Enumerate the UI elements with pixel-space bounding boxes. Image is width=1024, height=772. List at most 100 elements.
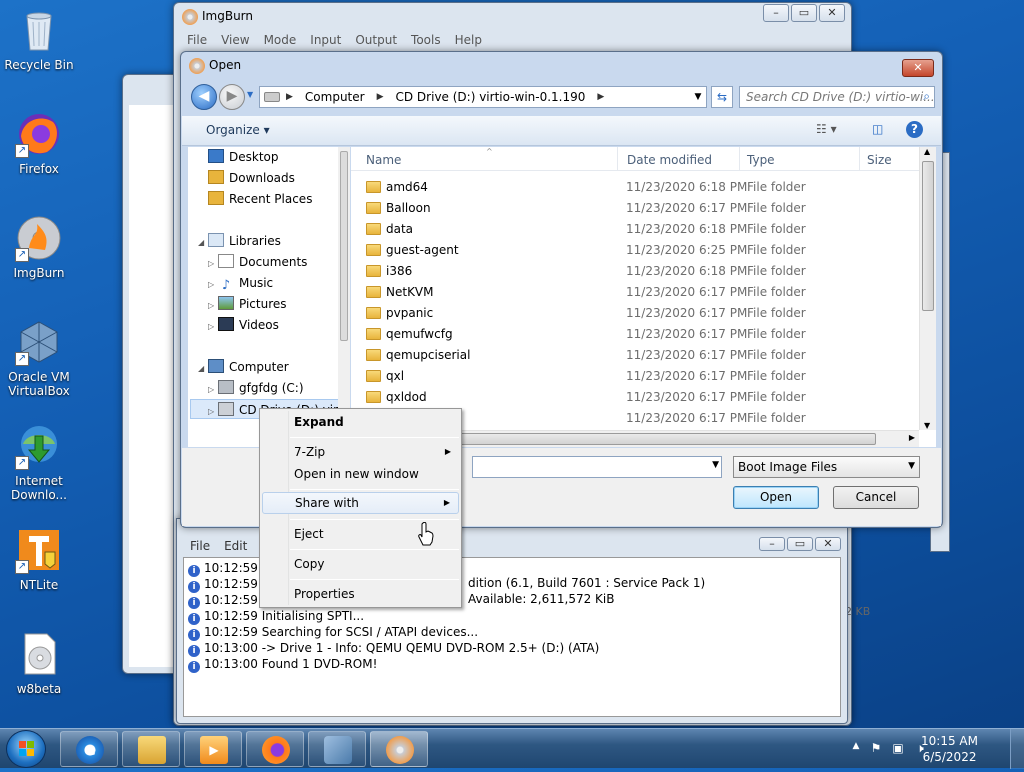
nav-item-videos[interactable]: ▷ Videos	[208, 315, 279, 335]
nav-item-documents[interactable]: ▷ Documents	[208, 252, 307, 272]
navigation-scrollbar[interactable]	[338, 147, 350, 447]
nav-item-c-drive[interactable]: ▷ gfgfdg (C:)	[208, 378, 304, 398]
collapse-triangle-icon[interactable]: ◢	[198, 233, 208, 253]
refresh-button[interactable]: ⇆	[711, 86, 733, 108]
start-button[interactable]	[6, 730, 46, 768]
nav-item-pictures[interactable]: ▷ Pictures	[208, 294, 287, 314]
file-row[interactable]: NetKVM 11/23/2020 6:17 PM File folder	[351, 282, 921, 303]
taskbar-media-player[interactable]: ▶	[184, 731, 242, 767]
nav-item-desktop[interactable]: Desktop	[198, 147, 279, 167]
file-row[interactable]: Balloon 11/23/2020 6:17 PM File folder	[351, 198, 921, 219]
context-menu-open-new-window[interactable]: Open in new window	[262, 463, 459, 485]
expand-triangle-icon[interactable]: ▷	[208, 317, 218, 337]
file-name-input[interactable]: ▼	[472, 456, 722, 478]
views-button[interactable]: ☷ ▾	[816, 122, 837, 136]
taskbar-file-explorer[interactable]	[122, 731, 180, 767]
column-header-name[interactable]: Name	[366, 153, 401, 167]
chevron-down-icon[interactable]: ▼	[712, 460, 719, 470]
expand-triangle-icon[interactable]: ▷	[208, 254, 218, 274]
desktop-icon-imgburn[interactable]: ↗ ImgBurn	[0, 214, 78, 280]
context-menu-7zip[interactable]: 7-Zip ▶	[262, 441, 459, 463]
nav-item-music[interactable]: ▷ ♪ Music	[208, 273, 273, 293]
desktop-icon-w8beta[interactable]: w8beta	[0, 630, 78, 696]
nav-item-recent-places[interactable]: Recent Places	[198, 189, 312, 209]
scroll-right-icon[interactable]: ▶	[909, 433, 915, 442]
file-row[interactable]: i386 11/23/2020 6:18 PM File folder	[351, 261, 921, 282]
log-maximize-button[interactable]: ▭	[787, 537, 813, 551]
file-row[interactable]: data 11/23/2020 6:18 PM File folder	[351, 219, 921, 240]
show-desktop-button[interactable]	[1010, 729, 1024, 769]
help-icon[interactable]: ?	[906, 121, 923, 138]
file-row[interactable]: guest-agent 11/23/2020 6:25 PM File folder	[351, 240, 921, 261]
expand-triangle-icon[interactable]: ▷	[208, 275, 218, 295]
column-header-date[interactable]: Date modified	[627, 153, 712, 167]
forward-button[interactable]: ▶	[219, 84, 245, 110]
desktop-icon-ntlite[interactable]: ↗ NTLite	[0, 526, 78, 592]
context-menu-copy[interactable]: Copy	[262, 553, 459, 575]
file-list[interactable]: Name ^ Date modified Type Size amd64 11/2…	[351, 147, 936, 447]
scrollbar-thumb[interactable]	[922, 161, 934, 311]
scroll-down-icon[interactable]: ▼	[924, 421, 930, 430]
menu-file[interactable]: File	[180, 31, 214, 51]
file-row[interactable]: qemufwcfg 11/23/2020 6:17 PM File folder	[351, 324, 921, 345]
back-button[interactable]: ◀	[191, 84, 217, 110]
menu-input[interactable]: Input	[303, 31, 348, 51]
collapse-triangle-icon[interactable]: ◢	[198, 359, 208, 379]
file-row[interactable]: qxl 11/23/2020 6:17 PM File folder	[351, 366, 921, 387]
menu-output[interactable]: Output	[348, 31, 404, 51]
address-bar[interactable]: ▶ Computer ▶ CD Drive (D:) virtio-win-0.…	[259, 86, 707, 108]
minimize-button[interactable]: –	[763, 4, 789, 22]
search-input[interactable]: Search CD Drive (D:) virtio-wi... ⌕	[739, 86, 935, 108]
maximize-button[interactable]: ▭	[791, 4, 817, 22]
context-menu-properties[interactable]: Properties	[262, 583, 459, 605]
column-header-size[interactable]: Size	[867, 153, 892, 167]
scrollbar-thumb[interactable]	[340, 151, 348, 341]
open-dialog-titlebar[interactable]: Open ✕	[181, 52, 942, 80]
nav-item-libraries[interactable]: ◢ Libraries	[198, 231, 281, 251]
desktop-icon-virtualbox[interactable]: ↗ Oracle VM VirtualBox	[0, 318, 78, 398]
log-minimize-button[interactable]: –	[759, 537, 785, 551]
close-button[interactable]: ✕	[902, 59, 934, 77]
taskbar-imgburn[interactable]	[370, 731, 428, 767]
history-dropdown-icon[interactable]: ▼	[247, 90, 253, 99]
breadcrumb-cd-drive[interactable]: CD Drive (D:) virtio-win-0.1.190	[390, 90, 592, 104]
preview-pane-button[interactable]: ◫	[872, 122, 883, 136]
nav-item-computer[interactable]: ◢ Computer	[198, 357, 289, 377]
desktop-icon-internet-download-manager[interactable]: ↗ Internet Downlo...	[0, 422, 78, 502]
context-menu-share-with[interactable]: Share with ▶	[262, 492, 459, 514]
taskbar-internet-explorer[interactable]: e	[60, 731, 118, 767]
nav-item-downloads[interactable]: Downloads	[198, 168, 295, 188]
menu-view[interactable]: View	[214, 31, 256, 51]
desktop-icon-firefox[interactable]: ↗ Firefox	[0, 110, 78, 176]
file-row[interactable]: qxldod 11/23/2020 6:17 PM File folder	[351, 387, 921, 408]
organize-button[interactable]: Organize ▾	[206, 123, 270, 137]
expand-triangle-icon[interactable]: ▷	[208, 296, 218, 316]
close-button[interactable]: ✕	[819, 4, 845, 22]
menu-tools[interactable]: Tools	[404, 31, 448, 51]
log-menu-edit[interactable]: Edit	[217, 537, 254, 557]
network-icon[interactable]: ▣	[890, 741, 906, 757]
show-hidden-icons[interactable]: ▲	[848, 741, 864, 757]
desktop-icon-recycle-bin[interactable]: Recycle Bin	[0, 6, 78, 72]
file-type-select[interactable]: Boot Image Files ▼	[733, 456, 920, 478]
clock[interactable]: 10:15 AM 6/5/2022	[921, 733, 978, 765]
menu-help[interactable]: Help	[448, 31, 489, 51]
breadcrumb-computer[interactable]: Computer	[299, 90, 371, 104]
log-menu-file[interactable]: File	[183, 537, 217, 557]
cancel-button[interactable]: Cancel	[833, 486, 919, 509]
file-row[interactable]: pvpanic 11/23/2020 6:17 PM File folder	[351, 303, 921, 324]
menu-mode[interactable]: Mode	[257, 31, 304, 51]
chevron-down-icon[interactable]: ▼	[690, 87, 706, 107]
imgburn-titlebar[interactable]: ImgBurn – ▭ ✕	[174, 3, 851, 31]
navigation-pane[interactable]: Desktop Downloads Recent Places ◢ Librari…	[188, 147, 344, 447]
taskbar-firefox[interactable]	[246, 731, 304, 767]
scrollbar-thumb[interactable]	[431, 433, 876, 445]
scroll-up-icon[interactable]: ▲	[924, 147, 930, 156]
log-close-button[interactable]: ✕	[815, 537, 841, 551]
action-center-flag-icon[interactable]: ⚑	[868, 741, 884, 757]
open-button[interactable]: Open	[733, 486, 819, 509]
search-icon[interactable]: ⌕	[923, 89, 930, 104]
expand-triangle-icon[interactable]: ▷	[208, 402, 218, 422]
column-header-type[interactable]: Type	[747, 153, 775, 167]
taskbar-virtualbox[interactable]	[308, 731, 366, 767]
